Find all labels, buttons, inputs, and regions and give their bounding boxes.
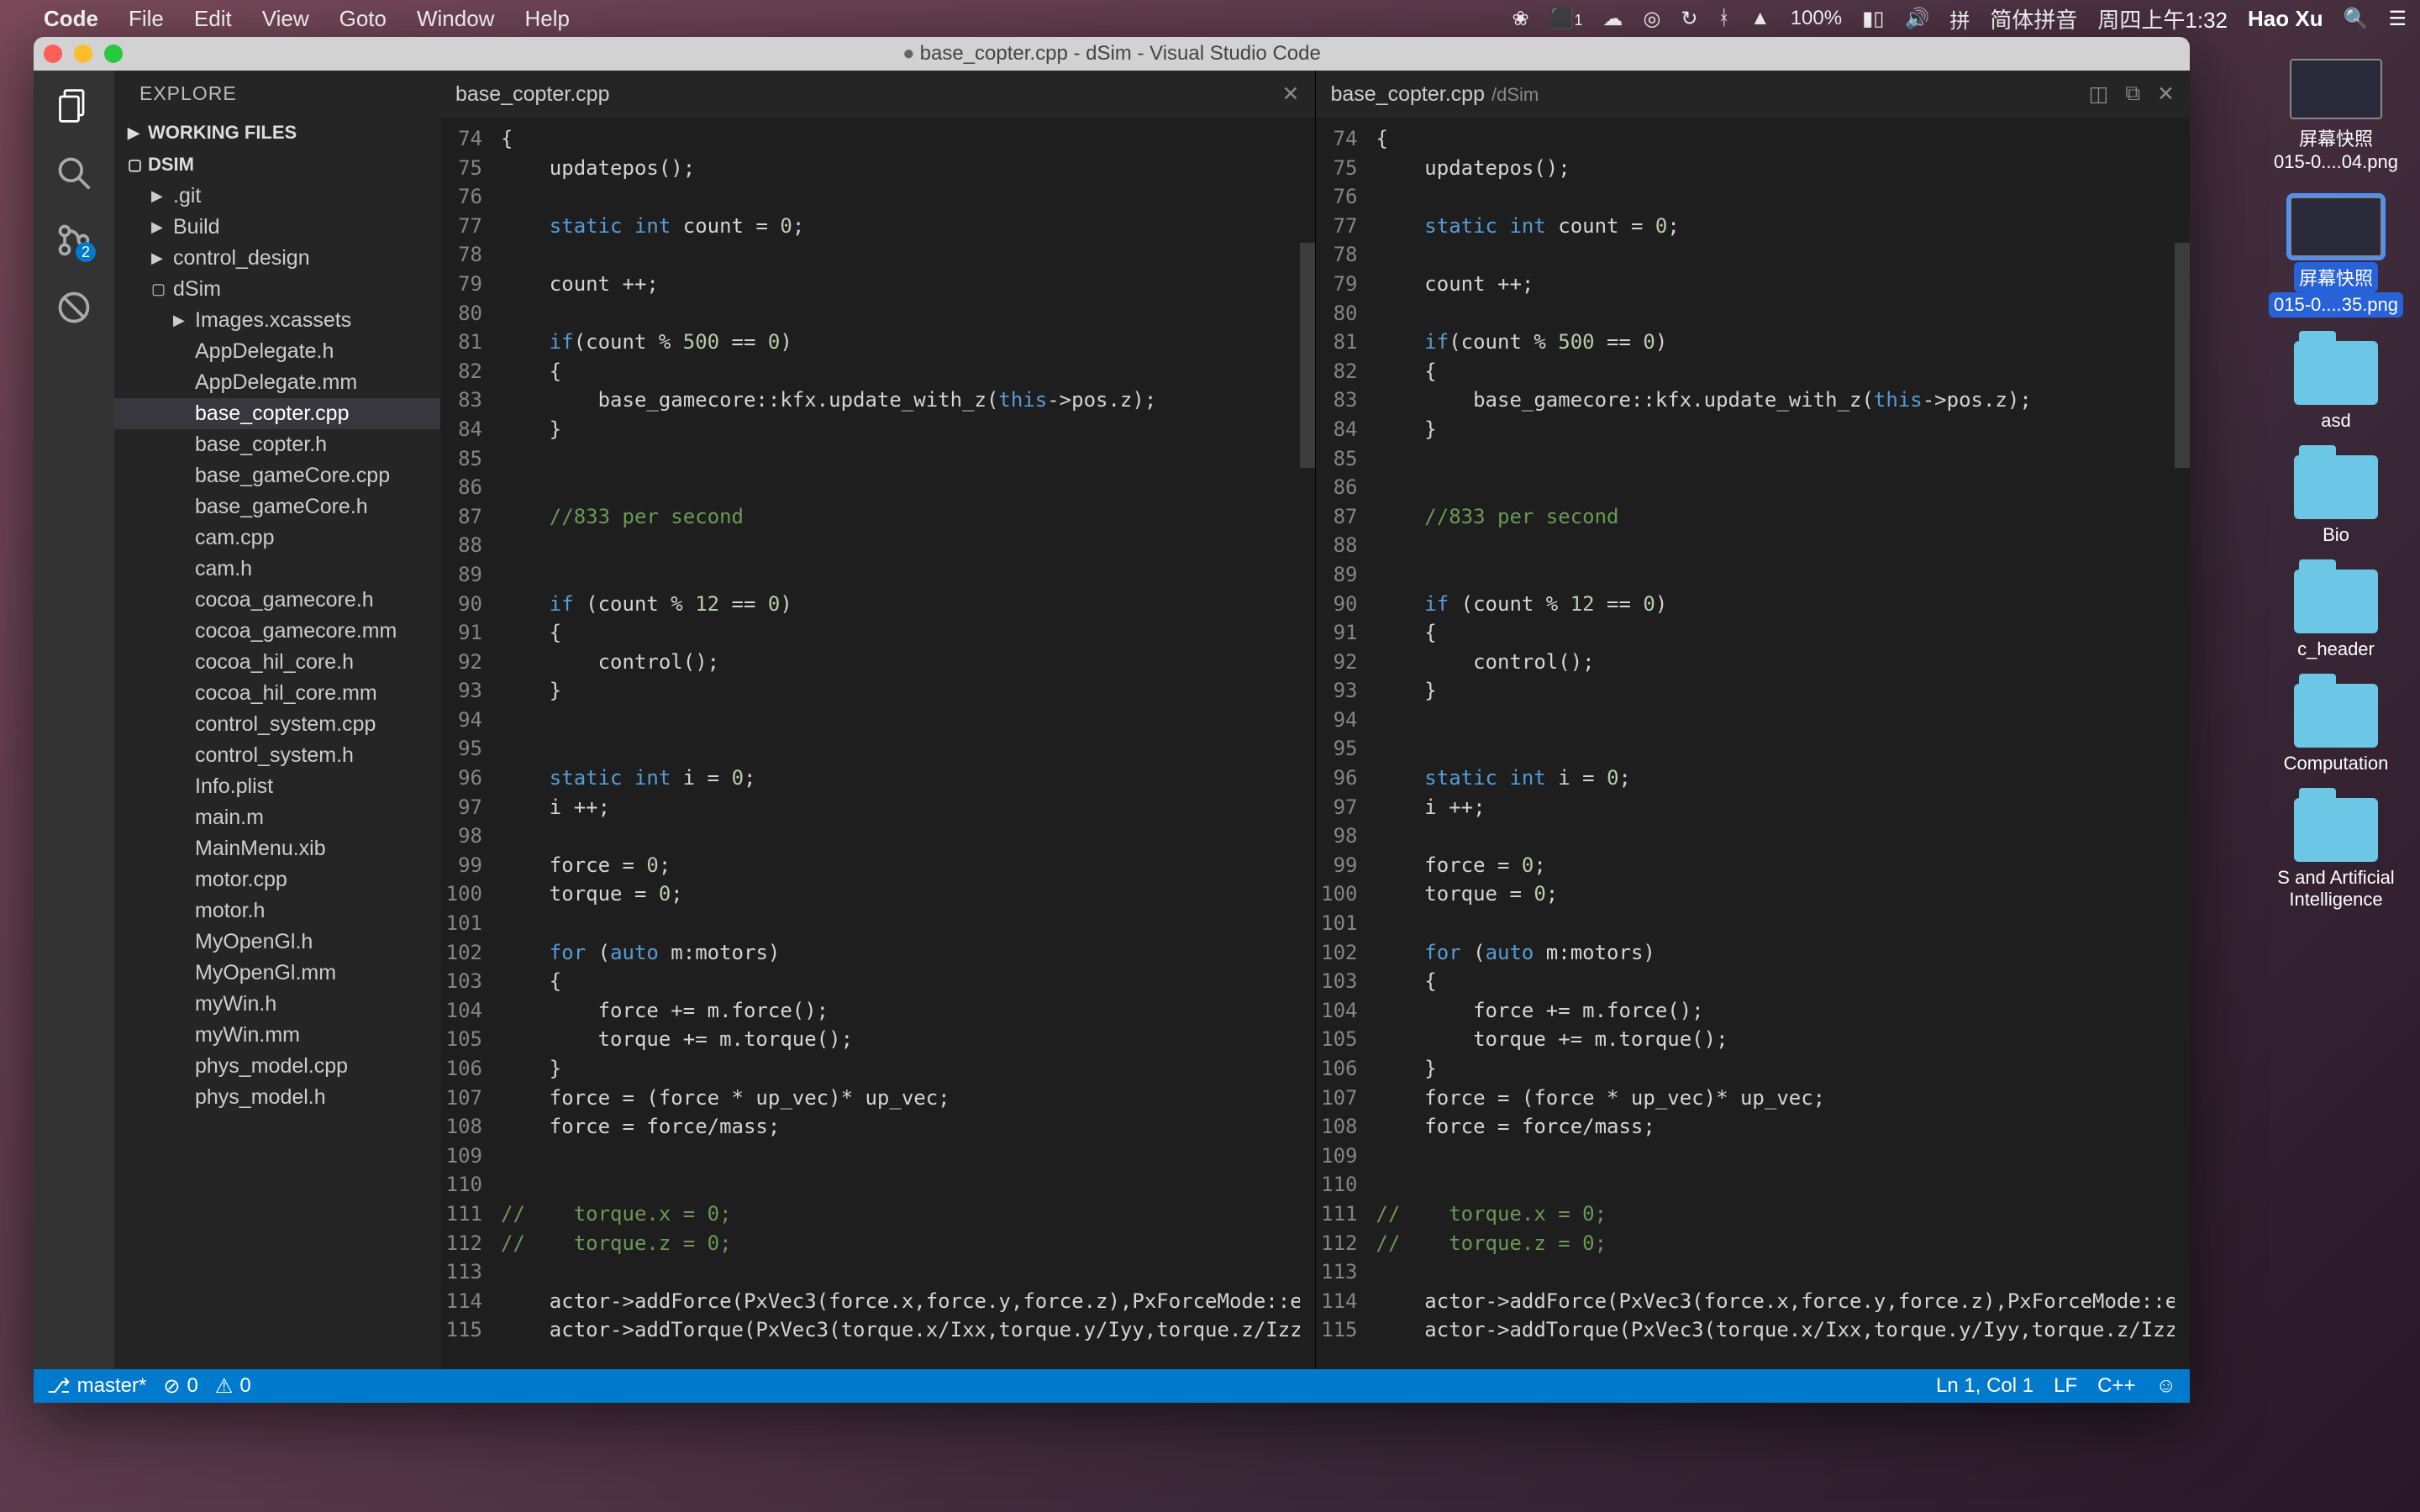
timemachine-icon[interactable]: ↻	[1681, 7, 1697, 31]
tab-right[interactable]: base_copter.cpp/dSim	[1331, 82, 1539, 107]
tree-file[interactable]: motor.cpp	[114, 864, 440, 895]
desktop-item[interactable]: asd	[2269, 341, 2403, 432]
status-lang[interactable]: C++	[2097, 1374, 2135, 1398]
spotlight-icon[interactable]: 🔍	[2344, 7, 2369, 31]
editor-pane-right: base_copter.cpp/dSim ◫ ⧉ ✕ 7475767778798…	[1315, 71, 2191, 1369]
desktop-item[interactable]: Computation	[2269, 684, 2403, 774]
tree-file[interactable]: cam.h	[114, 554, 440, 585]
tree-file[interactable]: myWin.mm	[114, 1020, 440, 1051]
macos-menubar: Code File Edit View Goto Window Help ❀ ⬛…	[0, 0, 2420, 37]
tree-file[interactable]: phys_model.h	[114, 1082, 440, 1113]
more-icon[interactable]: ⧉	[2125, 81, 2140, 107]
tree-file[interactable]: Info.plist	[114, 771, 440, 802]
tree-file[interactable]: base_gameCore.h	[114, 491, 440, 522]
tab-bar-left: base_copter.cpp ✕	[440, 71, 1315, 118]
status-branch[interactable]: ⎇ master*	[47, 1374, 146, 1399]
tree-file[interactable]: myWin.h	[114, 989, 440, 1020]
cc-icon[interactable]: ◎	[1643, 7, 1660, 31]
tree-folder[interactable]: ▢dSim	[114, 274, 440, 305]
bluetooth-icon[interactable]: ᚼ	[1718, 7, 1730, 30]
editor-pane-left: base_copter.cpp ✕ 7475767778798081828384…	[440, 71, 1315, 1369]
desktop-item[interactable]: S and Artificial Intelligence	[2269, 798, 2403, 911]
split-icon[interactable]: ◫	[2089, 81, 2109, 107]
code-editor-left[interactable]: 7475767778798081828384858687888990919293…	[440, 118, 1315, 1369]
tree-folder[interactable]: ▶.git	[114, 181, 440, 212]
tree-file[interactable]: MyOpenGl.mm	[114, 958, 440, 989]
working-files-header[interactable]: ▶WORKING FILES	[114, 117, 440, 149]
desktop-icons: 屏幕快照015-0....04.png 屏幕快照015-0....35.png as…	[2269, 59, 2403, 911]
menu-app[interactable]: Code	[44, 6, 98, 32]
ime-icon[interactable]: 拼	[1949, 4, 1970, 34]
editor-group: base_copter.cpp ✕ 7475767778798081828384…	[440, 71, 2190, 1369]
git-icon[interactable]: 2	[55, 222, 92, 259]
tree-file[interactable]: cam.cpp	[114, 522, 440, 554]
tree-file[interactable]: base_gameCore.cpp	[114, 460, 440, 491]
code-editor-right[interactable]: 7475767778798081828384858687888990919293…	[1316, 118, 2191, 1369]
tree-file[interactable]: cocoa_hil_core.h	[114, 647, 440, 678]
wifi-icon[interactable]: ▲	[1750, 7, 1770, 30]
tree-file[interactable]: cocoa_gamecore.h	[114, 585, 440, 616]
menu-window[interactable]: Window	[417, 6, 494, 32]
tree-folder[interactable]: ▶Build	[114, 212, 440, 243]
desktop-item[interactable]: Bio	[2269, 455, 2403, 546]
activity-bar: 2	[34, 71, 114, 1369]
volume-icon[interactable]: 🔊	[1905, 7, 1930, 31]
desktop-item[interactable]: 屏幕快照015-0....04.png	[2269, 59, 2403, 173]
tree-folder[interactable]: ▶Images.xcassets	[114, 305, 440, 336]
tree-file[interactable]: MainMenu.xib	[114, 833, 440, 864]
cloud-icon[interactable]: ☁	[1602, 7, 1623, 31]
status-warnings[interactable]: ⚠ 0	[215, 1374, 251, 1399]
search-icon[interactable]	[55, 155, 92, 192]
tree-file[interactable]: base_copter.h	[114, 429, 440, 460]
titlebar[interactable]: ●base_copter.cpp - dSim - Visual Studio …	[34, 37, 2190, 71]
minimap-right[interactable]	[2175, 118, 2190, 1369]
tree-file[interactable]: base_copter.cpp	[114, 398, 440, 429]
debug-icon[interactable]	[55, 289, 92, 326]
tree-file[interactable]: control_system.h	[114, 740, 440, 771]
tree-file[interactable]: cocoa_hil_core.mm	[114, 678, 440, 709]
file-tree: ▶.git▶Build▶control_design▢dSim▶Images.x…	[114, 181, 440, 1369]
vscode-window: ●base_copter.cpp - dSim - Visual Studio …	[34, 37, 2190, 1403]
battery-pct[interactable]: 100%	[1791, 7, 1842, 30]
project-header[interactable]: ▢DSIM	[114, 149, 440, 181]
git-badge: 2	[76, 242, 96, 262]
menu-help[interactable]: Help	[524, 6, 569, 32]
close-tab-icon[interactable]: ✕	[1282, 81, 1300, 107]
tree-file[interactable]: main.m	[114, 802, 440, 833]
close-tab-icon[interactable]: ✕	[2157, 81, 2175, 107]
tree-file[interactable]: motor.h	[114, 895, 440, 927]
explorer-icon[interactable]	[55, 87, 92, 124]
menubar-clock[interactable]: 周四上午1:32	[2097, 3, 2228, 34]
tree-file[interactable]: cocoa_gamecore.mm	[114, 616, 440, 647]
tree-file[interactable]: MyOpenGl.h	[114, 927, 440, 958]
menu-goto[interactable]: Goto	[339, 6, 387, 32]
tree-file[interactable]: control_system.cpp	[114, 709, 440, 740]
status-feedback-icon[interactable]: ☺	[2155, 1374, 2176, 1398]
menubar-user[interactable]: Hao Xu	[2248, 6, 2323, 32]
tree-file[interactable]: phys_model.cpp	[114, 1051, 440, 1082]
wechat-icon[interactable]: ❀	[1512, 7, 1528, 31]
tab-bar-right: base_copter.cpp/dSim ◫ ⧉ ✕	[1316, 71, 2191, 118]
status-errors[interactable]: ⊘ 0	[163, 1374, 197, 1399]
tab-left[interactable]: base_copter.cpp	[455, 82, 616, 107]
menu-view[interactable]: View	[262, 6, 309, 32]
battery-icon[interactable]: ▮▯	[1862, 7, 1884, 31]
desktop-item[interactable]: 屏幕快照015-0....35.png	[2269, 197, 2403, 318]
status-eol[interactable]: LF	[2054, 1374, 2077, 1398]
tree-file[interactable]: AppDelegate.mm	[114, 367, 440, 398]
desktop-item[interactable]: c_header	[2269, 570, 2403, 660]
menu-edit[interactable]: Edit	[194, 6, 232, 32]
menu-icon[interactable]: ☰	[2388, 7, 2407, 31]
adobe-icon[interactable]: ⬛1	[1549, 7, 1583, 31]
status-ln-col[interactable]: Ln 1, Col 1	[1936, 1374, 2033, 1398]
minimap-left[interactable]	[1300, 118, 1315, 1369]
sidebar: EXPLORE ▶WORKING FILES ▢DSIM ▶.git▶Build…	[114, 71, 440, 1369]
tree-file[interactable]: AppDelegate.h	[114, 336, 440, 367]
sidebar-title: EXPLORE	[114, 71, 440, 117]
window-title: ●base_copter.cpp - dSim - Visual Studio …	[34, 42, 2190, 66]
tree-folder[interactable]: ▶control_design	[114, 243, 440, 274]
ime-label[interactable]: 简体拼音	[1990, 3, 2077, 34]
status-bar: ⎇ master* ⊘ 0 ⚠ 0 Ln 1, Col 1 LF C++ ☺	[34, 1369, 2190, 1403]
menu-file[interactable]: File	[129, 6, 164, 32]
